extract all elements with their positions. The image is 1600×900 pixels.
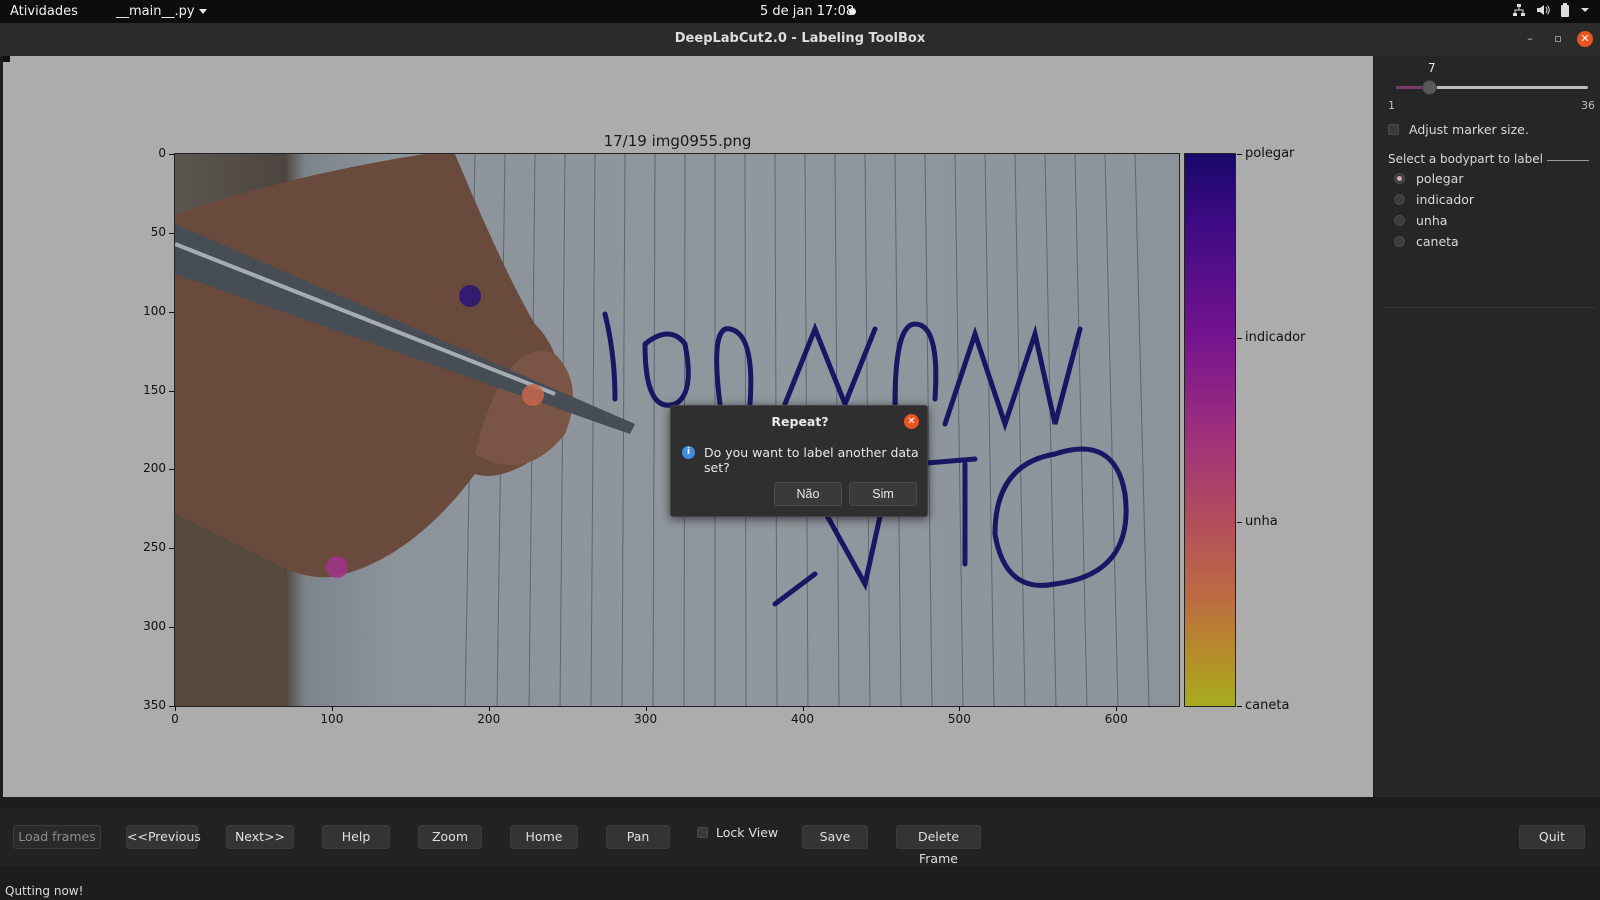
system-top-bar: Atividades __main__.py 5 de jan 17:08 — [0, 0, 1600, 23]
colorbar-label: polegar — [1245, 146, 1295, 161]
x-tick-label: 0 — [155, 706, 195, 726]
marker-size-slider[interactable] — [1396, 80, 1588, 95]
activities-button[interactable]: Atividades — [10, 4, 78, 19]
home-button[interactable]: Home — [510, 825, 578, 849]
colorbar-label: unha — [1245, 514, 1278, 529]
x-tick-label: 100 — [312, 706, 352, 726]
plot-title: 17/19 img0955.png — [603, 132, 752, 150]
lock-view-checkbox[interactable] — [697, 827, 708, 838]
lock-view-checkbox-row[interactable]: Lock View — [697, 825, 778, 840]
window-titlebar[interactable]: DeepLabCut2.0 - Labeling ToolBox – ▫ ✕ — [0, 23, 1600, 56]
adjust-marker-checkbox-row[interactable]: Adjust marker size. — [1388, 122, 1529, 137]
y-tick-label: 200 — [120, 461, 174, 475]
bottom-toolbar: Load frames <<Previous Next>> Help Zoom … — [0, 808, 1600, 866]
colorbar-label: caneta — [1245, 698, 1290, 713]
colorbar-tick — [1237, 338, 1242, 339]
info-icon: i — [682, 446, 695, 459]
next-button[interactable]: Next>> — [226, 825, 294, 849]
colorbar-tick — [1237, 154, 1242, 155]
slider-handle[interactable] — [1421, 80, 1437, 95]
bodypart-radio-caneta[interactable]: caneta — [1394, 234, 1459, 249]
minimize-button[interactable]: – — [1522, 31, 1538, 47]
y-tick-label: 150 — [120, 383, 174, 397]
colorbar-tick — [1237, 522, 1242, 523]
yes-button[interactable]: Sim — [849, 482, 917, 506]
bodypart-radio-unha[interactable]: unha — [1394, 213, 1447, 228]
marker-unha[interactable] — [521, 384, 544, 407]
group-divider — [1547, 160, 1589, 161]
app-menu[interactable]: __main__.py — [116, 4, 207, 19]
bodypart-group-title: Select a bodypart to label — [1388, 152, 1543, 166]
quit-button[interactable]: Quit — [1519, 825, 1585, 849]
pan-button[interactable]: Pan — [606, 825, 670, 849]
repeat-dialog: Repeat? ✕ i Do you want to label another… — [670, 405, 928, 517]
window-close-button[interactable]: ✕ — [1577, 31, 1593, 47]
status-bar: Qutting now! — [0, 884, 1600, 900]
help-button[interactable]: Help — [322, 825, 390, 849]
bodypart-label: caneta — [1416, 234, 1459, 249]
x-tick-label: 400 — [783, 706, 823, 726]
battery-icon — [1561, 3, 1569, 17]
volume-icon — [1537, 5, 1550, 15]
chevron-down-icon — [198, 9, 207, 14]
dialog-close-icon[interactable]: ✕ — [904, 414, 919, 429]
marker-indicador[interactable] — [325, 556, 348, 579]
dialog-message: Do you want to label another data set? — [704, 445, 919, 475]
radio-button[interactable] — [1394, 215, 1405, 226]
y-tick-label: 50 — [120, 225, 174, 239]
app-menu-label: __main__.py — [116, 4, 195, 19]
zoom-button[interactable]: Zoom — [418, 825, 482, 849]
colorbar-label: indicador — [1245, 330, 1306, 345]
bodypart-radio-polegar[interactable]: polegar — [1394, 171, 1463, 186]
y-tick-label: 300 — [120, 619, 174, 633]
adjust-marker-label: Adjust marker size. — [1409, 122, 1529, 137]
radio-button[interactable] — [1394, 173, 1405, 184]
x-tick-label: 300 — [626, 706, 666, 726]
load-frames-button[interactable]: Load frames — [13, 825, 101, 849]
colorbar-tick — [1237, 706, 1242, 707]
x-tick-label: 600 — [1096, 706, 1136, 726]
y-tick-label: 250 — [120, 540, 174, 554]
system-tray[interactable] — [1512, 3, 1590, 17]
radio-button[interactable] — [1394, 194, 1405, 205]
no-button[interactable]: Não — [774, 482, 842, 506]
y-tick-label: 350 — [120, 698, 174, 712]
adjust-marker-checkbox[interactable] — [1388, 124, 1399, 135]
clock[interactable]: 5 de jan 17:08 — [760, 4, 854, 19]
x-tick-label: 500 — [939, 706, 979, 726]
bodypart-radio-indicador[interactable]: indicador — [1394, 192, 1474, 207]
slider-min-label: 1 — [1388, 99, 1395, 112]
lock-view-label: Lock View — [716, 825, 779, 840]
y-tick-label: 100 — [120, 304, 174, 318]
maximize-button[interactable]: ▫ — [1550, 31, 1566, 47]
save-button[interactable]: Save — [802, 825, 868, 849]
previous-button[interactable]: <<Previous — [126, 825, 201, 849]
y-tick-label: 0 — [120, 146, 174, 160]
notification-dot-icon — [849, 8, 856, 15]
slider-max-label: 36 — [1581, 99, 1595, 112]
x-tick-label: 200 — [469, 706, 509, 726]
dialog-title: Repeat? — [771, 414, 829, 429]
network-icon — [1513, 4, 1525, 16]
colorbar — [1184, 153, 1236, 707]
radio-button[interactable] — [1394, 236, 1405, 247]
bodypart-label: unha — [1416, 213, 1448, 228]
bodypart-label: polegar — [1416, 171, 1464, 186]
marker-polegar[interactable] — [458, 284, 481, 307]
delete-frame-button[interactable]: Delete Frame — [896, 825, 981, 866]
side-panel: 7 1 36 Adjust marker size. Select a body… — [1374, 56, 1600, 797]
window-title: DeepLabCut2.0 - Labeling ToolBox — [674, 31, 926, 46]
canvas-corner — [3, 56, 10, 62]
chevron-down-icon — [1581, 8, 1589, 12]
bodypart-label: indicador — [1416, 192, 1475, 207]
marker-size-value: 7 — [1428, 61, 1436, 75]
